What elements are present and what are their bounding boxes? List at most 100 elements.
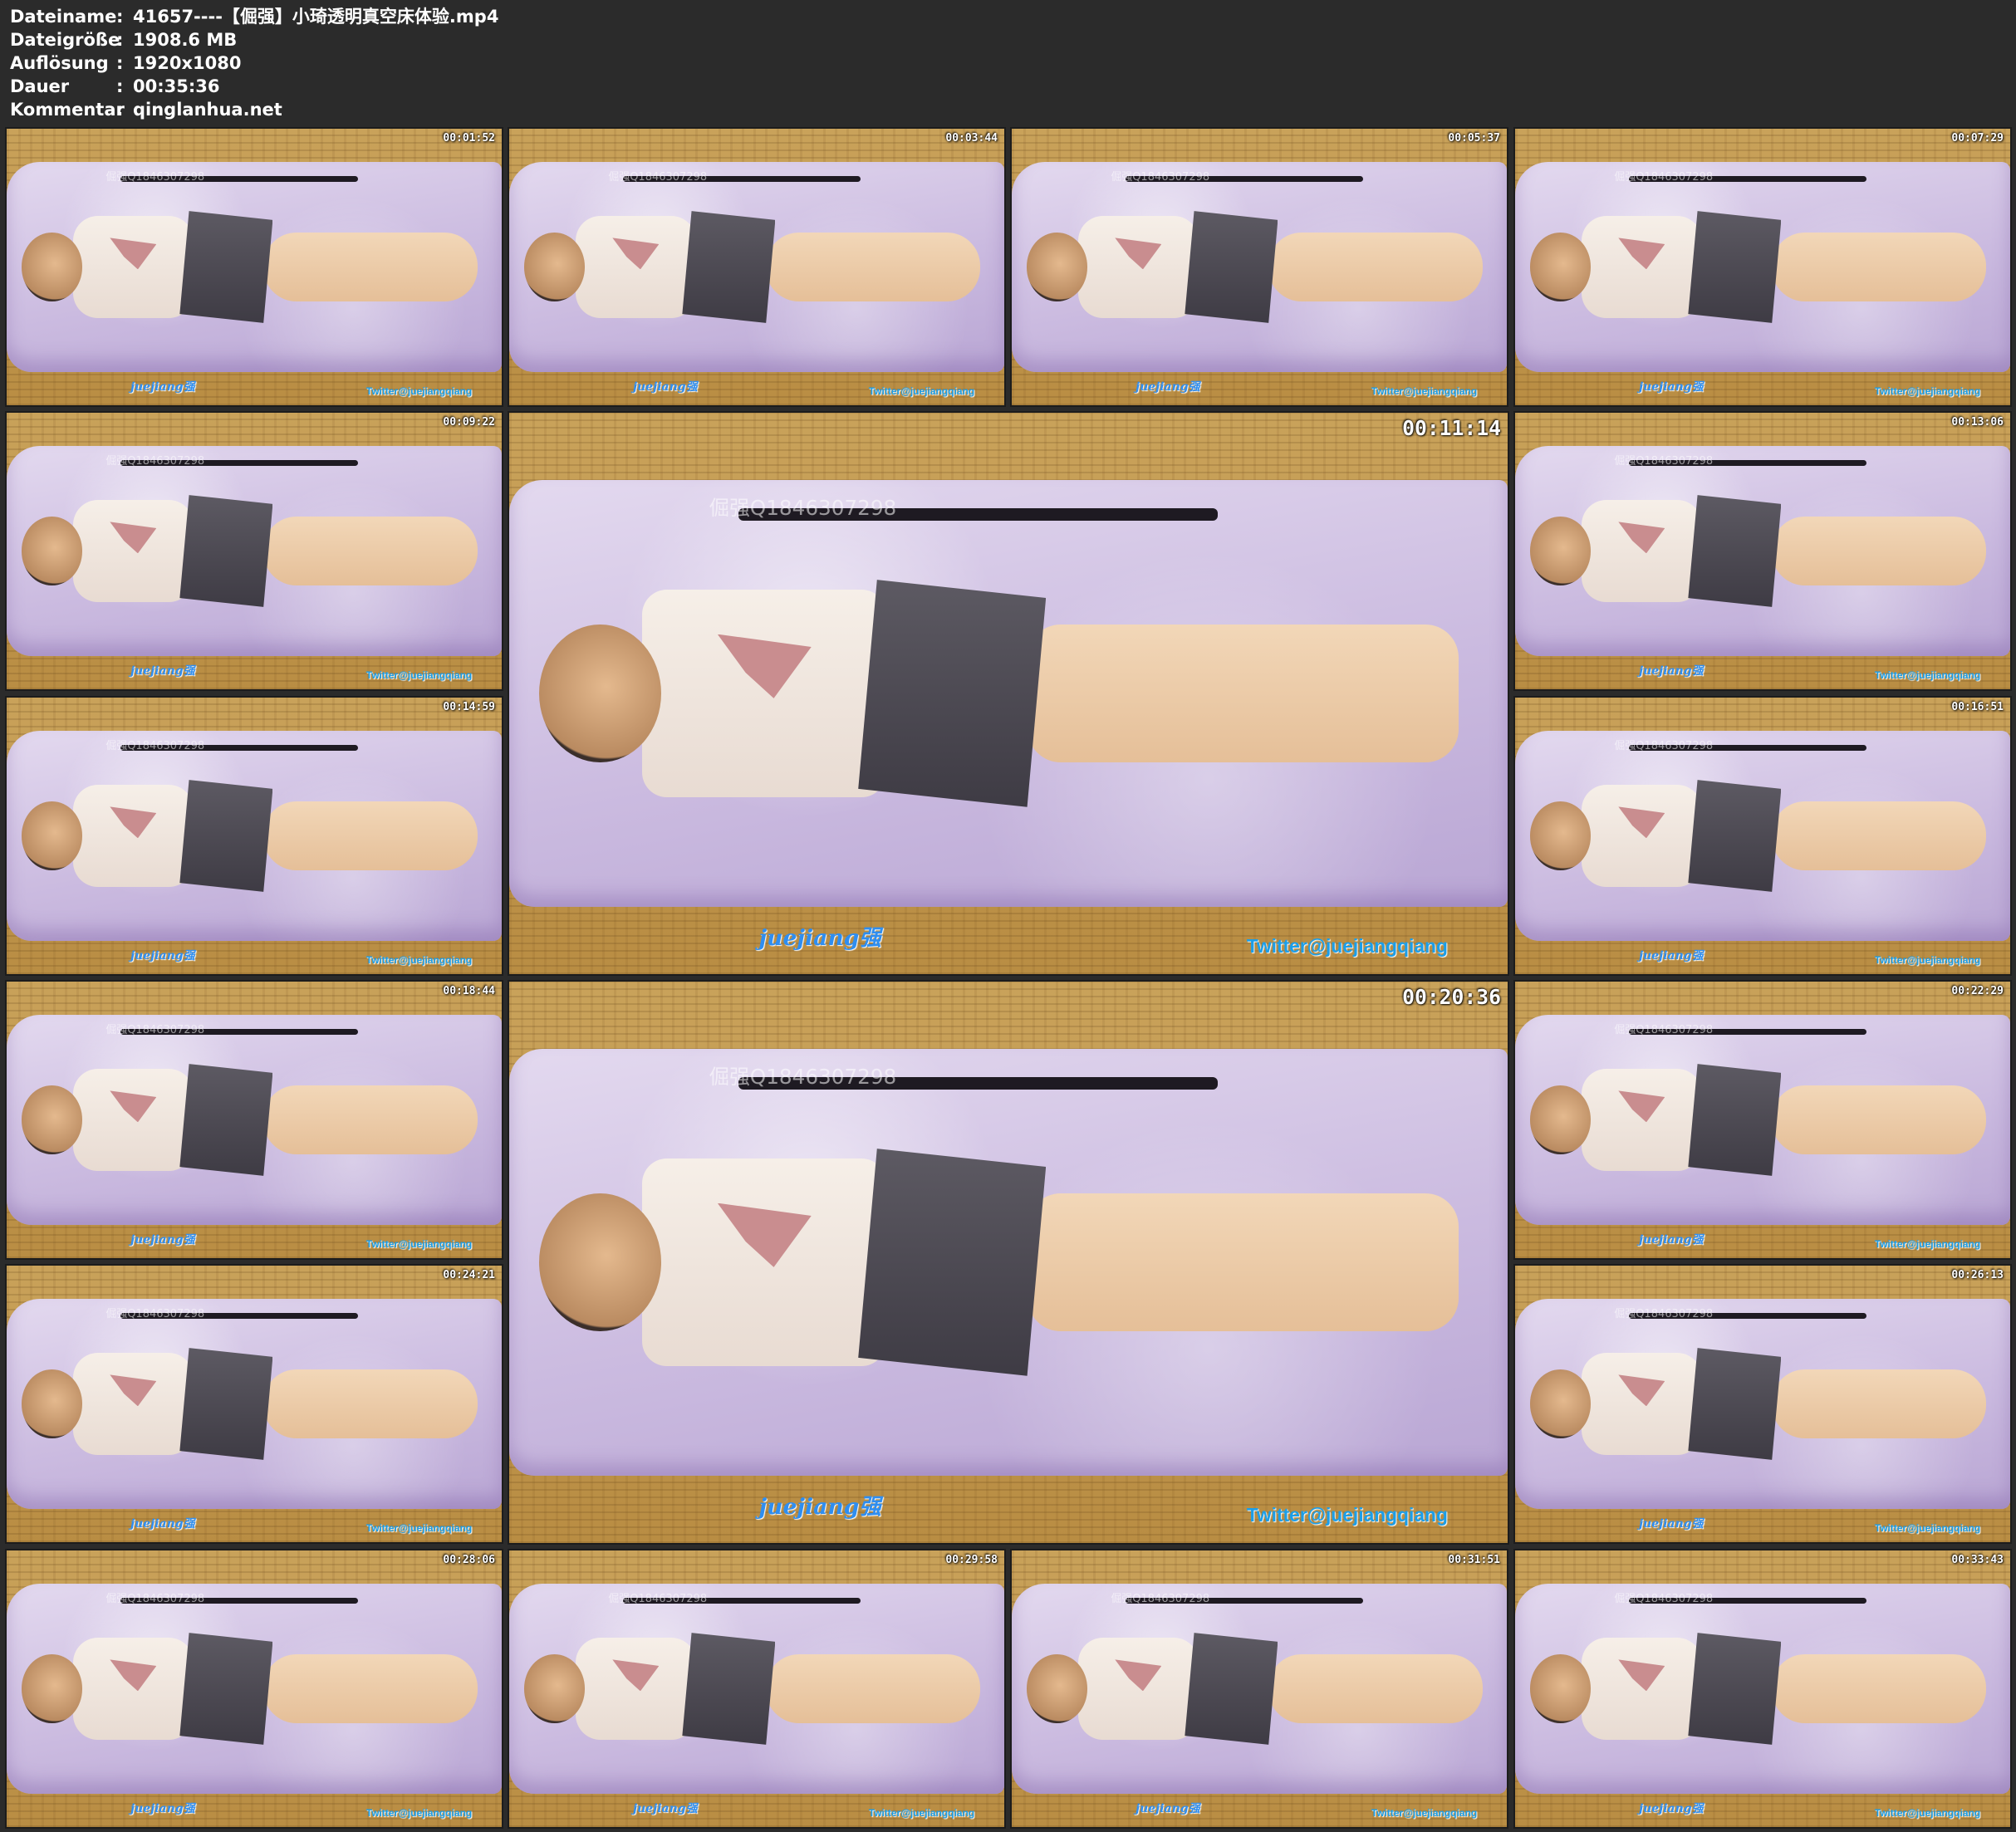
figure-skirt [858, 580, 1047, 807]
figure-silhouette [21, 1059, 487, 1181]
video-thumbnail: 倔强Q1846307298 juejiang强 Twitter@juejiangqi… [1513, 411, 2012, 691]
brand-watermark: juejiang强 [130, 1801, 195, 1815]
brand-watermark: juejiang强 [130, 1232, 195, 1247]
twitter-watermark: Twitter@juejiangqiang [365, 1522, 473, 1535]
brand-watermark: juejiang强 [130, 664, 195, 678]
qq-watermark: 倔强Q1846307298 [1614, 170, 1714, 184]
video-thumbnail: 倔强Q1846307298 juejiang强 Twitter@juejiangqi… [5, 980, 503, 1260]
twitter-watermark: Twitter@juejiangqiang [1874, 669, 1981, 682]
figure-head [21, 517, 82, 585]
figure-head [21, 1369, 82, 1438]
figure-head [1529, 1369, 1591, 1438]
figure-shirt [1581, 215, 1703, 319]
brand-watermark: juejiang强 [758, 924, 881, 951]
brand-watermark: juejiang强 [130, 948, 195, 963]
figure-skirt [1185, 1633, 1278, 1745]
qq-watermark: 倔强Q1846307298 [709, 495, 897, 520]
figure-skirt [179, 211, 273, 323]
thumbnail-grid: 倔强Q1846307298 juejiang强 Twitter@juejiangqi… [0, 0, 2016, 1832]
qq-watermark: 倔强Q1846307298 [1111, 1592, 1210, 1605]
video-thumbnail: 倔强Q1846307298 juejiang强 Twitter@juejiangqi… [5, 1549, 503, 1829]
figure-legs [1268, 1654, 1483, 1723]
figure-skirt [1688, 1633, 1782, 1745]
qq-watermark: 倔强Q1846307298 [1614, 1023, 1714, 1036]
thumbnail-timestamp: 00:01:52 [443, 132, 495, 145]
figure-skirt [179, 780, 273, 892]
qq-watermark: 倔强Q1846307298 [105, 739, 205, 752]
video-thumbnail-large: 倔强Q1846307298 juejiang强 Twitter@juejiangqi… [508, 980, 1509, 1545]
figure-legs [1772, 1085, 1986, 1154]
figure-silhouette [1026, 1628, 1492, 1750]
figure-silhouette [1529, 1059, 1995, 1181]
twitter-watermark: Twitter@juejiangqiang [868, 1807, 975, 1820]
figure-silhouette [523, 206, 989, 328]
figure-shirt [72, 215, 194, 319]
video-thumbnail: 倔强Q1846307298 juejiang强 Twitter@juejiangqi… [1513, 1264, 2012, 1544]
figure-shirt [1581, 1352, 1703, 1456]
thumbnail-timestamp: 00:09:22 [443, 416, 495, 429]
figure-skirt [1688, 1064, 1782, 1176]
figure-shirt [1581, 499, 1703, 603]
figure-skirt [1688, 495, 1782, 607]
figure-skirt [858, 1149, 1047, 1376]
figure-legs [1268, 233, 1483, 301]
figure-shirt [1077, 215, 1199, 319]
thumbnail-timestamp: 00:22:29 [1951, 985, 2004, 997]
video-thumbnail: 倔强Q1846307298 juejiang强 Twitter@juejiangqi… [5, 696, 503, 976]
video-thumbnail: 倔强Q1846307298 juejiang强 Twitter@juejiangqi… [5, 1264, 503, 1544]
figure-skirt [1688, 780, 1782, 892]
brand-watermark: juejiang强 [633, 1801, 698, 1815]
figure-shirt [575, 215, 697, 319]
figure-head [1529, 801, 1591, 870]
figure-shirt [72, 499, 194, 603]
figure-skirt [682, 1633, 776, 1745]
brand-watermark: juejiang强 [1639, 1516, 1704, 1531]
figure-shirt [575, 1637, 697, 1741]
brand-watermark: juejiang强 [758, 1493, 881, 1520]
figure-silhouette [21, 1628, 487, 1750]
figure-skirt [179, 1064, 273, 1176]
figure-head [1529, 1085, 1591, 1154]
figure-legs [263, 1085, 478, 1154]
video-thumbnail: 倔强Q1846307298 juejiang强 Twitter@juejiangqi… [508, 127, 1006, 407]
figure-legs [263, 1654, 478, 1723]
figure-silhouette [21, 775, 487, 897]
figure-skirt [682, 211, 776, 323]
thumbnail-timestamp: 00:29:58 [945, 1554, 998, 1566]
twitter-watermark: Twitter@juejiangqiang [365, 1807, 473, 1820]
thumbnail-timestamp: 00:16:51 [1951, 701, 2004, 713]
figure-head [21, 233, 82, 301]
figure-head [1026, 233, 1087, 301]
figure-skirt [179, 1633, 273, 1745]
twitter-watermark: Twitter@juejiangqiang [365, 1238, 473, 1251]
qq-watermark: 倔强Q1846307298 [105, 454, 205, 468]
figure-silhouette [1529, 490, 1995, 612]
figure-legs [1772, 1654, 1986, 1723]
brand-watermark: juejiang强 [1136, 1801, 1200, 1815]
video-thumbnail: 倔强Q1846307298 juejiang强 Twitter@juejiangqi… [1513, 127, 2012, 407]
figure-legs [766, 233, 980, 301]
qq-watermark: 倔强Q1846307298 [1614, 454, 1714, 468]
brand-watermark: juejiang强 [1639, 948, 1704, 963]
twitter-watermark: Twitter@juejiangqiang [365, 954, 473, 967]
brand-watermark: juejiang强 [1639, 380, 1704, 394]
figure-silhouette [1529, 206, 1995, 328]
thumbnail-timestamp: 00:20:36 [1402, 985, 1501, 1009]
figure-head [523, 1654, 585, 1723]
figure-silhouette [21, 1343, 487, 1465]
video-thumbnail: 倔强Q1846307298 juejiang强 Twitter@juejiangqi… [1010, 1549, 1508, 1829]
qq-watermark: 倔强Q1846307298 [105, 1307, 205, 1320]
figure-skirt [1688, 1348, 1782, 1460]
twitter-watermark: Twitter@juejiangqiang [365, 669, 473, 682]
brand-watermark: juejiang强 [130, 380, 195, 394]
twitter-watermark: Twitter@juejiangqiang [1874, 1522, 1981, 1535]
video-thumbnail: 倔强Q1846307298 juejiang强 Twitter@juejiangqi… [1010, 127, 1508, 407]
figure-head [1529, 1654, 1591, 1723]
figure-shirt [1581, 1068, 1703, 1172]
video-thumbnail: 倔强Q1846307298 juejiang强 Twitter@juejiangqi… [5, 411, 503, 691]
brand-watermark: juejiang强 [1639, 1801, 1704, 1815]
thumbnail-timestamp: 00:28:06 [443, 1554, 495, 1566]
figure-head [539, 624, 661, 763]
qq-watermark: 倔强Q1846307298 [1614, 739, 1714, 752]
figure-shirt [642, 1158, 887, 1366]
